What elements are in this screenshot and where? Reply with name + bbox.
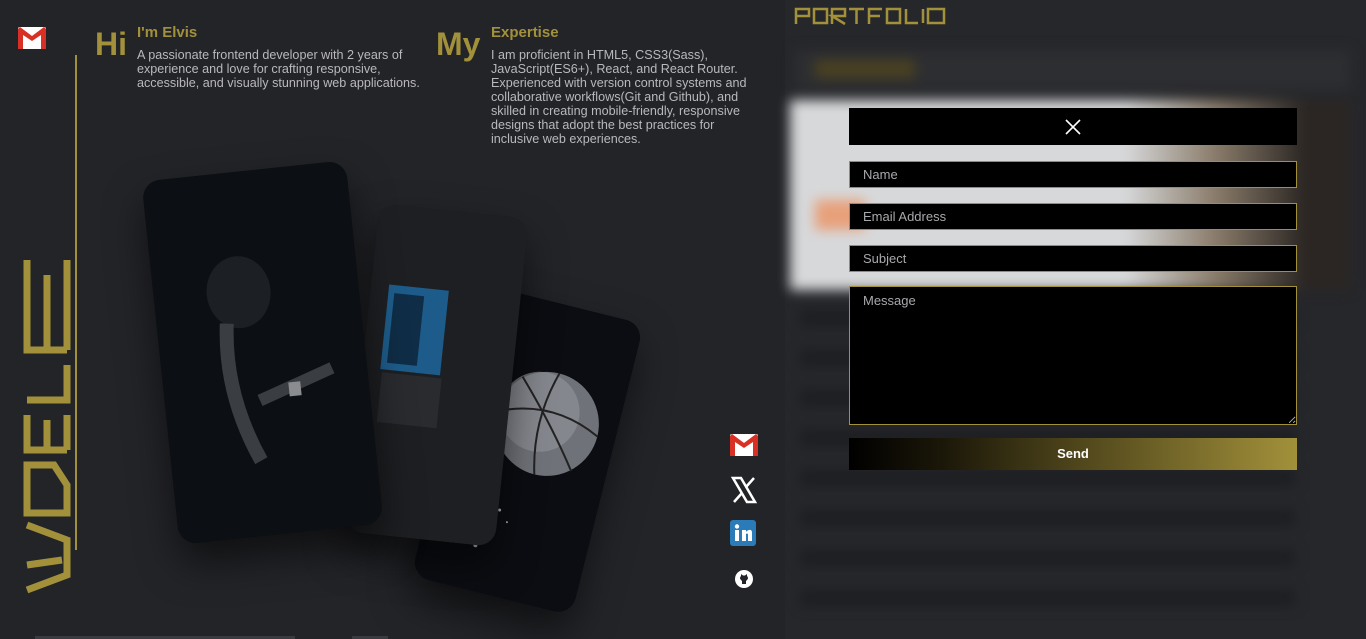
close-icon[interactable] xyxy=(1065,119,1081,135)
gmail-icon[interactable] xyxy=(18,27,46,49)
person-photo-icon xyxy=(141,160,384,545)
vertical-brand-logo xyxy=(23,260,71,594)
close-button[interactable] xyxy=(849,108,1297,145)
my-heading: My xyxy=(436,26,481,62)
github-icon[interactable] xyxy=(735,570,753,588)
expertise-title: Expertise xyxy=(491,24,559,41)
linkedin-icon[interactable] xyxy=(730,520,756,546)
send-button[interactable]: Send xyxy=(849,438,1297,470)
left-area: Hi I'm Elvis A passionate frontend devel… xyxy=(0,0,785,639)
gmail-social-icon[interactable] xyxy=(730,433,758,457)
email-field[interactable] xyxy=(849,203,1297,230)
x-icon[interactable] xyxy=(730,476,758,504)
intro-text: A passionate frontend developer with 2 y… xyxy=(137,48,420,90)
subject-field[interactable] xyxy=(849,245,1297,272)
expertise-text: I am proficient in HTML5, CSS3(Sass), Ja… xyxy=(491,48,747,146)
message-field[interactable] xyxy=(849,286,1297,425)
vertical-divider xyxy=(75,55,77,550)
hi-heading: Hi xyxy=(95,26,127,62)
intro-title: I'm Elvis xyxy=(137,24,198,41)
person-card[interactable] xyxy=(141,160,384,545)
portfolio-logo xyxy=(794,7,946,26)
name-field[interactable] xyxy=(849,161,1297,188)
